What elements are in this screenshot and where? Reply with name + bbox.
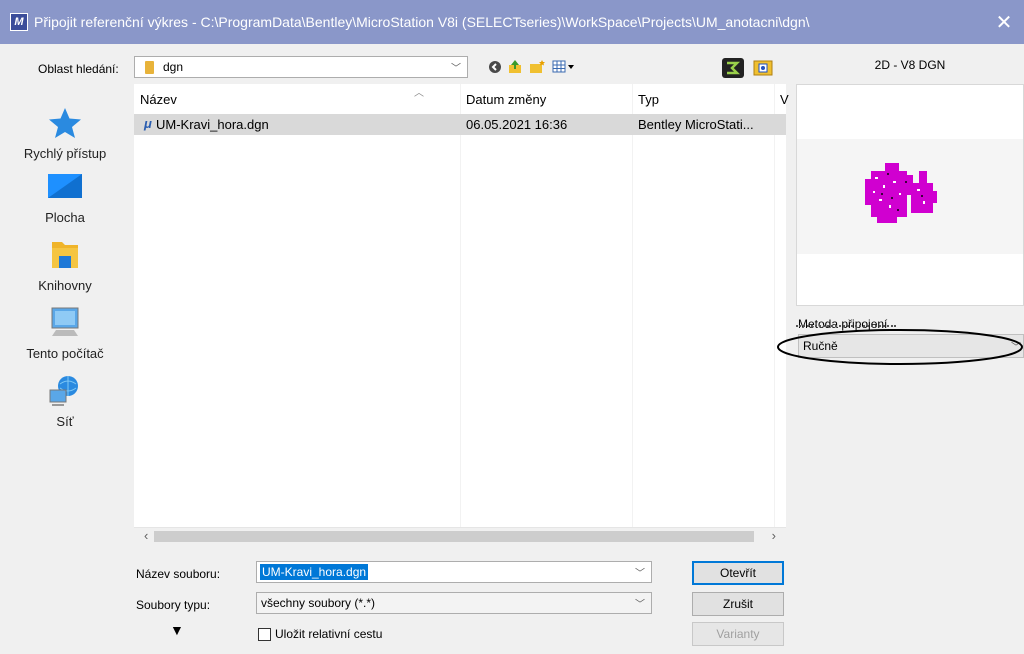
filetype-label: Soubory typu: (136, 598, 211, 612)
filename-label: Název souboru: (136, 567, 221, 581)
column-header-type[interactable]: Typ (638, 92, 659, 107)
column-divider[interactable] (632, 84, 633, 544)
desktop-icon (46, 170, 84, 204)
file-name: UM-Kravi_hora.dgn (156, 117, 269, 132)
place-quick-access[interactable]: Rychlý přístup (0, 106, 130, 161)
filename-value: UM-Kravi_hora.dgn (260, 564, 369, 580)
place-desktop[interactable]: Plocha (0, 170, 130, 225)
computer-icon (46, 306, 84, 340)
column-header-modified[interactable]: Datum změny (466, 92, 546, 107)
view-menu-icon[interactable] (550, 58, 578, 76)
dgn-file-icon: μ (144, 116, 152, 131)
relative-path-option[interactable]: Uložit relativní cestu (258, 627, 382, 641)
place-label: Tento počítač (26, 346, 104, 361)
scroll-left-icon[interactable]: ‹ (144, 528, 148, 543)
chevron-down-icon: ﹀ (451, 63, 461, 75)
sort-ascending-icon: ︿ (414, 88, 424, 99)
libraries-icon (46, 238, 84, 272)
place-label: Knihovny (38, 278, 92, 293)
preview-folder-icon[interactable] (752, 57, 774, 77)
preview-header: 2D - V8 DGN (874, 58, 946, 72)
file-list[interactable]: ︿ Název Datum změny Typ V μ UM-Kravi_hor… (134, 84, 789, 544)
column-header-name[interactable]: Název (140, 92, 177, 107)
place-label: Rychlý přístup (23, 146, 107, 161)
folder-icon (145, 60, 154, 74)
file-type: Bentley MicroStati... (638, 117, 754, 132)
place-network[interactable]: Síť (0, 374, 130, 429)
lookin-value: dgn (163, 60, 184, 74)
chevron-down-icon[interactable]: ﹀ (635, 565, 645, 580)
column-divider[interactable] (460, 84, 461, 544)
microstation-app-icon: M (10, 13, 28, 31)
preview-pane (796, 84, 1024, 306)
microstation-logo-icon[interactable] (722, 57, 744, 79)
dotted-underline (796, 312, 896, 327)
back-icon[interactable] (486, 58, 504, 76)
close-icon[interactable]: ✕ (984, 10, 1024, 35)
title-bar: M Připojit referenční výkres - C:\Progra… (0, 0, 1024, 44)
expand-arrow-icon[interactable]: ▼ (170, 622, 184, 638)
highlight-ellipse (777, 329, 1023, 365)
window-title: Připojit referenční výkres - C:\ProgramD… (34, 14, 810, 30)
place-this-pc[interactable]: Tento počítač (0, 306, 130, 361)
up-folder-icon[interactable] (506, 58, 524, 76)
file-modified: 06.05.2021 16:36 (466, 117, 568, 132)
scroll-right-icon[interactable]: › (772, 528, 776, 543)
network-icon (46, 374, 84, 408)
cancel-button[interactable]: Zrušit (692, 592, 784, 616)
places-bar: Rychlý přístup Plocha Knihovny Tento poč… (0, 84, 130, 654)
scrollbar-thumb[interactable] (154, 531, 754, 542)
filename-input[interactable]: UM-Kravi_hora.dgn ﹀ (256, 561, 652, 583)
open-button[interactable]: Otevřít (692, 561, 784, 585)
place-label: Plocha (45, 210, 85, 225)
filetype-value: všechny soubory (*.*) (261, 596, 376, 610)
column-header-size[interactable]: V (780, 92, 789, 107)
place-label: Síť (56, 414, 74, 429)
star-icon (46, 106, 84, 140)
place-libraries[interactable]: Knihovny (0, 238, 130, 293)
lookin-label: Oblast hledání: (38, 62, 119, 76)
relative-path-label: Uložit relativní cestu (275, 627, 383, 641)
options-button[interactable]: Varianty (692, 622, 784, 646)
drawing-preview-image (865, 163, 937, 223)
file-row[interactable]: μ UM-Kravi_hora.dgn 06.05.2021 16:36 Ben… (134, 114, 786, 135)
chevron-down-icon: ﹀ (635, 599, 645, 611)
column-divider[interactable] (774, 84, 775, 544)
new-folder-icon[interactable] (528, 58, 546, 76)
horizontal-scrollbar[interactable]: ‹ › (134, 527, 786, 544)
lookin-combo[interactable]: dgn ﹀ (134, 56, 468, 78)
filetype-select[interactable]: všechny soubory (*.*) ﹀ (256, 592, 652, 614)
relative-path-checkbox[interactable] (258, 627, 271, 641)
